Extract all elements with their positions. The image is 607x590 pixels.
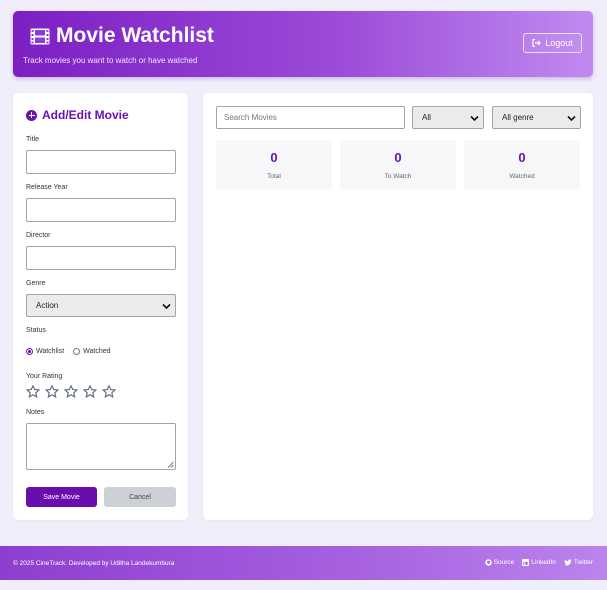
logout-label: Logout <box>545 38 573 48</box>
star-icon[interactable] <box>45 385 59 398</box>
footer-link-linkedin-label: LinkedIn <box>531 559 556 566</box>
footer-link-twitter[interactable]: Twitter <box>563 559 593 566</box>
footer-link-linkedin[interactable]: LinkedIn <box>522 559 556 566</box>
footer-link-twitter-label: Twitter <box>573 559 593 566</box>
save-movie-button[interactable]: Save Movie <box>26 487 97 507</box>
status-label: Status <box>26 327 46 334</box>
status-filter-select[interactable]: All <box>412 106 484 129</box>
cancel-button[interactable]: Cancel <box>104 487 176 507</box>
github-icon <box>484 559 492 566</box>
stat-card-total: 0 Total <box>216 140 332 189</box>
director-label: Director <box>26 232 51 239</box>
status-filter-value: All <box>422 113 431 122</box>
stat-total-value: 0 <box>270 150 278 165</box>
genre-filter-select[interactable]: All genre <box>492 106 581 129</box>
status-option-watchlist: Watchlist <box>36 348 65 355</box>
search-input[interactable]: Search Movies <box>216 106 405 129</box>
movie-list-panel: Search Movies All All genre 0 Total 0 To… <box>203 93 593 520</box>
form-title-text: Add/Edit Movie <box>42 108 129 122</box>
app-footer: © 2025 CineTrack. Developed by Uditha La… <box>0 546 607 580</box>
title-label: Title <box>26 136 39 143</box>
status-radio-watched[interactable] <box>73 348 81 355</box>
genre-filter-value: All genre <box>502 113 534 122</box>
genre-label: Genre <box>26 280 46 287</box>
star-icon[interactable] <box>26 385 40 398</box>
chevron-down-icon <box>162 303 171 310</box>
release-year-label: Release Year <box>26 184 68 191</box>
notes-textarea[interactable] <box>26 423 176 470</box>
footer-link-source[interactable]: Source <box>484 559 515 566</box>
stat-total-label: Total <box>267 173 281 180</box>
sign-out-icon <box>532 39 542 47</box>
star-icon[interactable] <box>83 385 97 398</box>
app-title-text: Movie Watchlist <box>56 24 214 47</box>
status-radio-group: Watchlist Watched <box>26 348 111 355</box>
footer-links: Source LinkedIn Twitter <box>484 559 593 566</box>
director-input[interactable] <box>26 246 176 270</box>
stat-to-watch-label: To Watch <box>384 173 412 180</box>
genre-select[interactable]: Action <box>26 294 176 317</box>
footer-copyright: © 2025 CineTrack. Developed by Uditha La… <box>13 560 175 567</box>
star-icon[interactable] <box>102 385 116 398</box>
linkedin-icon <box>522 559 530 566</box>
form-title: Add/Edit Movie <box>26 108 129 122</box>
film-icon <box>30 28 50 44</box>
chevron-down-icon <box>470 115 479 122</box>
status-radio-watchlist[interactable] <box>26 348 33 355</box>
twitter-icon <box>563 559 572 566</box>
app-header: Movie Watchlist Track movies you want to… <box>13 11 593 77</box>
status-option-watched: Watched <box>83 348 111 355</box>
movie-form-panel: Add/Edit Movie Title Release Year Direct… <box>13 93 188 520</box>
logout-button[interactable]: Logout <box>523 33 582 53</box>
app-subtitle: Track movies you want to watch or have w… <box>23 56 198 65</box>
resize-handle-icon[interactable] <box>167 461 174 468</box>
stat-watched-label: Watched <box>509 173 535 180</box>
stat-to-watch-value: 0 <box>394 150 402 165</box>
title-input[interactable] <box>26 150 176 174</box>
stat-card-to-watch: 0 To Watch <box>340 140 456 189</box>
plus-circle-icon <box>26 109 37 121</box>
app-title: Movie Watchlist <box>30 24 214 48</box>
star-icon[interactable] <box>64 385 78 398</box>
star-rating[interactable] <box>26 385 116 398</box>
release-year-input[interactable] <box>26 198 176 222</box>
genre-select-value: Action <box>36 301 59 310</box>
chevron-down-icon <box>567 115 576 122</box>
rating-label: Your Rating <box>26 373 63 380</box>
stat-watched-value: 0 <box>518 150 526 165</box>
footer-link-source-label: Source <box>493 559 515 566</box>
notes-label: Notes <box>26 409 45 416</box>
stat-card-watched: 0 Watched <box>464 140 580 189</box>
